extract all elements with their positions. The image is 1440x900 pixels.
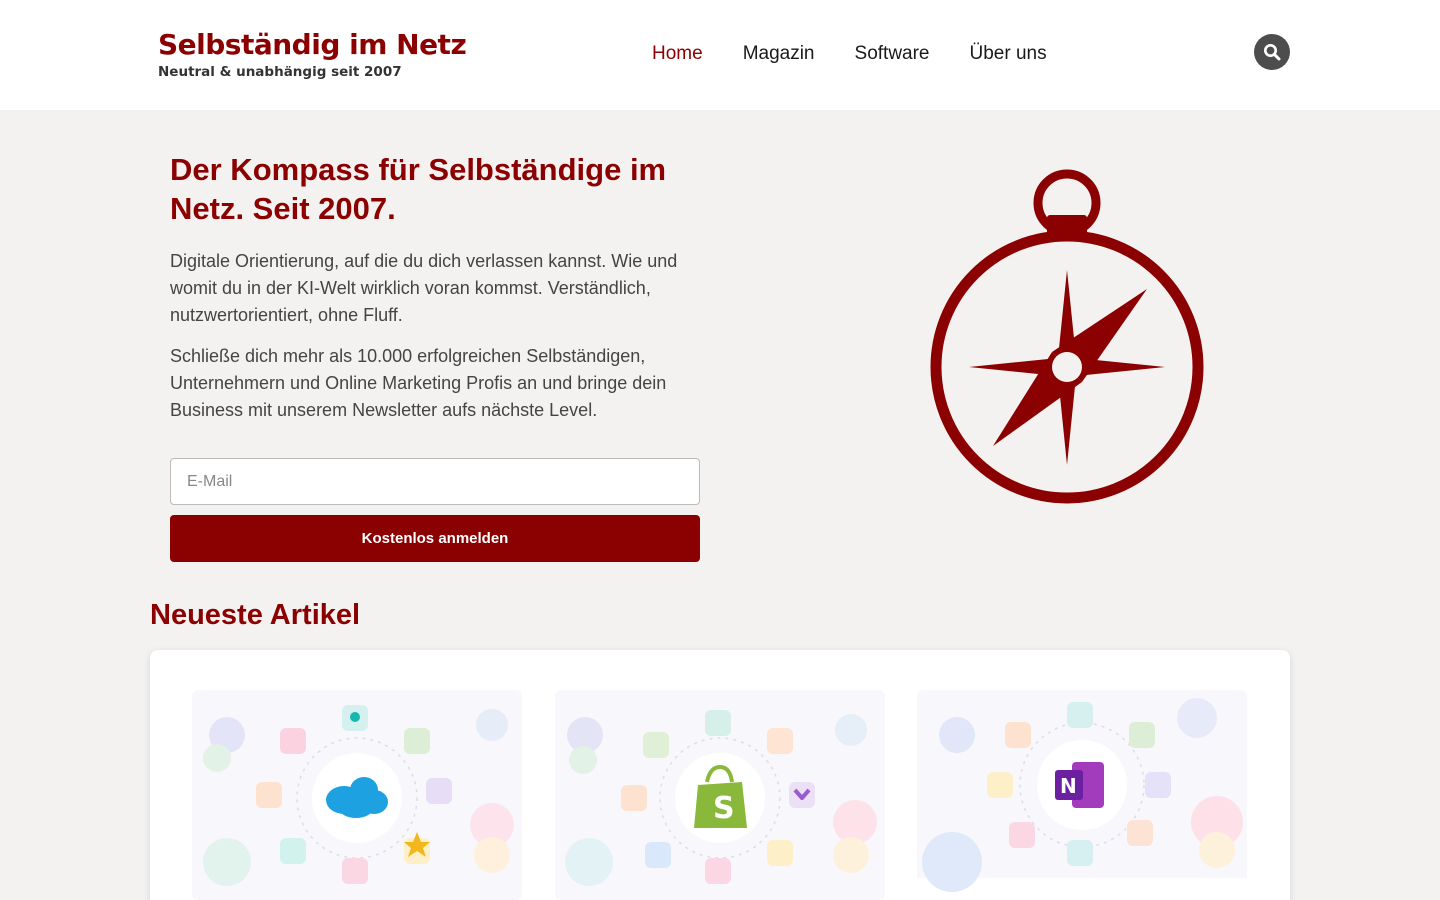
hero-newsletter-text: Schließe dich mehr als 10.000 erfolgreic… [170, 346, 667, 420]
nav-software[interactable]: Software [855, 42, 930, 66]
onenote-thumbnail: N [917, 690, 1247, 900]
logo-title: Selbständig im Netz [158, 28, 467, 61]
main-nav: Home Magazin Software Über uns [652, 42, 1047, 66]
site-logo[interactable]: Selbständig im Netz Neutral & unabhängig… [158, 28, 467, 80]
svg-text:N: N [1060, 774, 1077, 798]
articles-card: S N [150, 650, 1290, 900]
article-thumbnail[interactable] [192, 690, 522, 900]
nav-home[interactable]: Home [652, 42, 703, 66]
nav-ueber-uns[interactable]: Über uns [970, 42, 1047, 66]
nav-magazin[interactable]: Magazin [743, 42, 815, 66]
search-icon [1264, 44, 1281, 61]
article-thumbnail[interactable]: N [917, 690, 1247, 900]
signup-button[interactable]: Kostenlos anmelden [170, 515, 700, 562]
site-header: Selbständig im Netz Neutral & unabhängig… [0, 0, 1440, 110]
article-thumbnail[interactable]: S [555, 690, 885, 900]
search-button[interactable] [1254, 34, 1290, 70]
salesforce-thumbnail [192, 690, 522, 900]
svg-text:S: S [713, 791, 735, 826]
hero-title: Der Kompass für Selbständige im Netz. Se… [170, 152, 667, 226]
shopify-thumbnail: S [555, 690, 885, 900]
compass-icon [930, 169, 1204, 504]
hero-intro-text: Digitale Orientierung, auf die du dich v… [170, 251, 678, 325]
logo-tagline: Neutral & unabhängig seit 2007 [158, 64, 402, 80]
section-title: Neueste Artikel [150, 599, 361, 631]
email-input[interactable] [170, 458, 700, 505]
